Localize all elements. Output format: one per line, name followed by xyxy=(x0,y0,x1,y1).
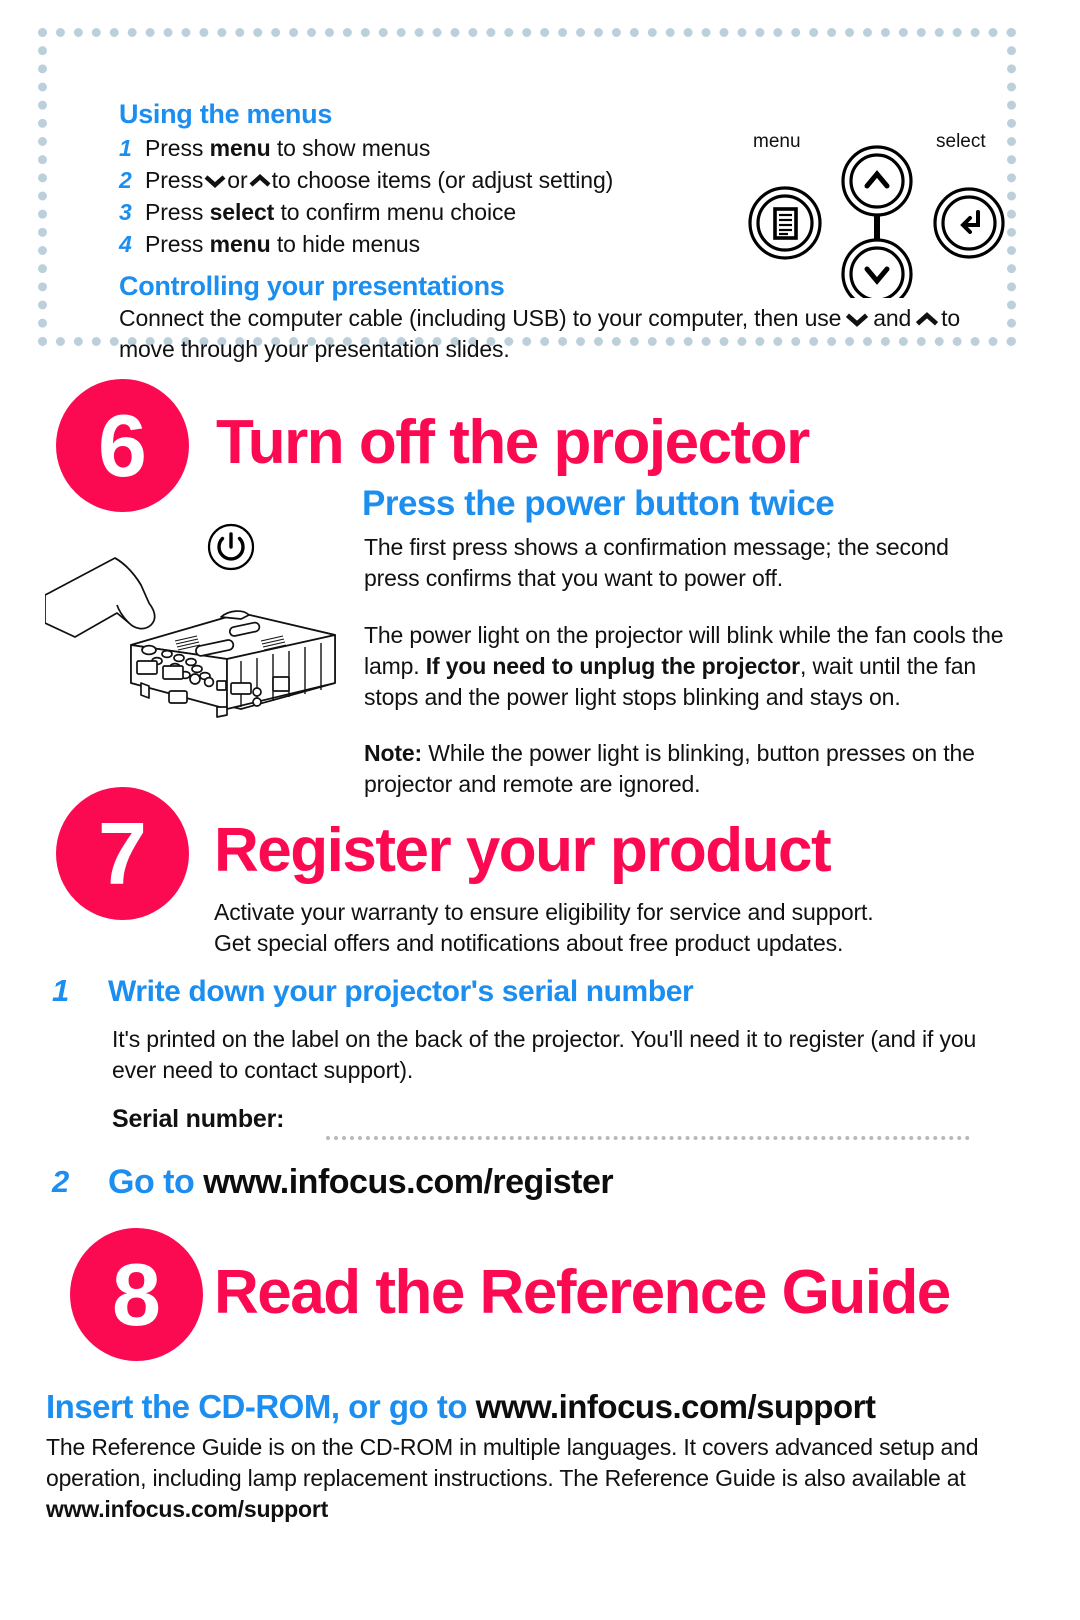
controlling-body-d: move through your presentation slides. xyxy=(119,336,510,362)
controlling-presentations-title: Controlling your presentations xyxy=(119,271,505,301)
step-7-substep-2-heading: Go to www.infocus.com/register xyxy=(108,1163,614,1202)
down-button-inner-ring xyxy=(849,246,905,302)
step-8-badge: 8 xyxy=(70,1228,203,1361)
step-6-para2-bold: If you need to unplug the projector xyxy=(425,653,800,679)
controlling-body-c: to xyxy=(941,305,961,331)
menu-step-3-bold: select xyxy=(209,199,275,225)
step-7-badge: 7 xyxy=(56,787,189,920)
step-8-cdrom-heading-blue: Insert the CD-ROM, or go to xyxy=(46,1388,476,1425)
menu-step-2-text: Press or to choose items (or adjust settin… xyxy=(145,167,613,194)
hand-pressing-projector-illustration xyxy=(45,557,336,718)
step-7-substep-1-number: 1 xyxy=(52,973,70,1008)
menu-key-label: menu xyxy=(753,131,801,152)
chevron-up-icon xyxy=(916,312,939,326)
menu-step-4: 4 Press menu to hide menus xyxy=(119,231,739,263)
chevron-up-icon xyxy=(864,170,890,189)
menu-step-3-pre: Press xyxy=(145,199,210,225)
chevron-down-icon xyxy=(846,313,869,327)
chevron-up-icon xyxy=(249,174,271,187)
step-8-cdrom-heading: Insert the CD-ROM, or go to www.infocus.… xyxy=(46,1388,876,1426)
step-6-heading: Turn off the projector xyxy=(216,408,810,477)
menu-steps-list: 1 Press menu to show menus 2 Press or to c… xyxy=(119,135,739,263)
controlling-presentations-body: Connect the computer cable (including US… xyxy=(119,303,1019,365)
menu-step-3: 3 Press select to confirm menu choice xyxy=(119,199,739,231)
select-key-label: select xyxy=(936,131,986,152)
step-7-substep-2-number: 2 xyxy=(52,1164,70,1199)
support-url[interactable]: www.infocus.com/support xyxy=(476,1388,876,1425)
step-8-number: 8 xyxy=(112,1244,161,1344)
serial-number-label: Serial number: xyxy=(112,1105,285,1133)
step-6-number: 6 xyxy=(98,395,147,495)
step-6-note-text: While the power light is blinking, butto… xyxy=(364,740,975,797)
menu-step-2-number: 2 xyxy=(119,167,132,193)
quick-start-guide-page: Using the menus 1 Press menu to show men… xyxy=(0,0,1080,1620)
using-the-menus-title: Using the menus xyxy=(119,99,333,129)
enter-return-icon xyxy=(960,210,980,234)
menu-step-4-bold: menu xyxy=(209,231,271,257)
using-the-menus-panel: Using the menus 1 Press menu to show men… xyxy=(38,28,1016,362)
up-button-inner-ring xyxy=(849,153,905,209)
serial-number-write-in-line[interactable] xyxy=(326,1136,970,1140)
register-url[interactable]: www.infocus.com/register xyxy=(203,1163,613,1201)
keypad-svg xyxy=(748,145,1005,310)
up-button-outer-ring xyxy=(841,145,913,217)
menu-step-4-number: 4 xyxy=(119,231,132,257)
step-7-number: 7 xyxy=(98,803,147,903)
menu-step-4-text: Press menu to hide menus xyxy=(145,231,420,258)
menu-step-3-text: Press select to confirm menu choice xyxy=(145,199,516,226)
step-8-heading: Read the Reference Guide xyxy=(214,1258,951,1327)
menu-step-2-post: to choose items (or adjust setting) xyxy=(271,167,614,193)
step-7-substep-2-goto: Go to xyxy=(108,1163,204,1201)
menu-step-1: 1 Press menu to show menus xyxy=(119,135,739,167)
menu-step-4-pre: Press xyxy=(145,231,210,257)
menu-step-2: 2 Press or to choose items (or adjust sett… xyxy=(119,167,739,199)
menu-step-4-post: to hide menus xyxy=(270,231,421,257)
step-8-body: The Reference Guide is on the CD-ROM in … xyxy=(46,1432,1006,1525)
step-6-note-label: Note: xyxy=(364,740,423,766)
menu-button-inner-ring xyxy=(756,194,814,252)
step-7-heading: Register your product xyxy=(214,816,832,885)
remote-keypad-diagram: menu select xyxy=(737,131,1027,310)
controlling-body-b: and xyxy=(873,305,912,331)
menu-step-2-pre: Press xyxy=(145,167,204,193)
menu-step-3-number: 3 xyxy=(119,199,132,225)
step-7-substep-1-heading: Write down your projector's serial numbe… xyxy=(108,975,694,1008)
step-7-intro-line-1: Activate your warranty to ensure eligibi… xyxy=(214,899,874,925)
controlling-body-a: Connect the computer cable (including US… xyxy=(119,305,842,331)
step-6-paragraph-2: The power light on the projector will bl… xyxy=(364,620,1004,713)
step-7-substep-1-body: It's printed on the label on the back of… xyxy=(112,1026,977,1083)
chevron-down-icon xyxy=(864,266,890,285)
step-6-badge: 6 xyxy=(56,379,189,512)
support-url-repeat[interactable]: www.infocus.com/support xyxy=(46,1496,328,1522)
menu-step-1-number: 1 xyxy=(119,135,132,161)
menu-step-2-mid: or xyxy=(227,167,248,193)
step-7-intro-line-2: Get special offers and notifications abo… xyxy=(214,930,844,956)
step-8-body-text: The Reference Guide is on the CD-ROM in … xyxy=(46,1434,979,1491)
menu-step-1-post: to show menus xyxy=(270,135,431,161)
step-6-note: Note: While the power light is blinking,… xyxy=(364,738,1004,800)
step-6-paragraph-1: The first press shows a confirmation mes… xyxy=(364,534,949,591)
chevron-down-icon xyxy=(204,175,226,188)
menu-step-1-pre: Press xyxy=(145,135,210,161)
menu-step-3-post: to confirm menu choice xyxy=(274,199,517,225)
menu-step-1-bold: menu xyxy=(209,135,271,161)
menu-button-outer-ring xyxy=(748,186,822,260)
step-6-subheading: Press the power button twice xyxy=(362,484,835,523)
menu-list-icon xyxy=(773,207,798,240)
menu-step-1-text: Press menu to show menus xyxy=(145,135,430,162)
